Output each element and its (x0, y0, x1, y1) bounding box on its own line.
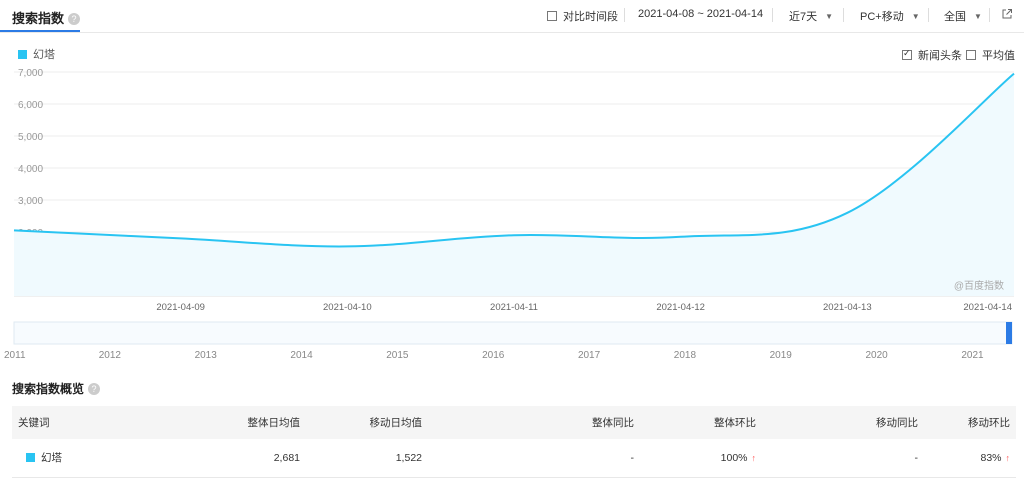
timeline-navigator[interactable]: 2011 2012 2013 2014 2015 2016 2017 2018 2019 2020… (0, 318, 1024, 364)
cell-mobile-avg: 1,522 (395, 451, 422, 464)
timeline-year-label: 2013 (195, 350, 218, 361)
overview-title: 搜索指数概览? (12, 380, 101, 397)
overview-title-text: 搜索指数概览 (12, 382, 85, 396)
legend-swatch (26, 453, 35, 463)
overview-table: 关键词 整体日均值 移动日均值 整体同比 整体环比 移动同比 移动环比 幻塔 2… (12, 406, 1016, 478)
cell-mobile-yoy: - (914, 451, 919, 464)
col-overall-yoy: 整体同比 (592, 417, 634, 429)
timeline-year-label: 2020 (865, 350, 888, 361)
mobile-mom-value: 83% (980, 451, 1002, 464)
cell-overall-yoy: - (630, 451, 635, 464)
col-overall-mom: 整体环比 (714, 417, 756, 429)
timeline-handle[interactable] (1006, 322, 1012, 344)
cell-mobile-mom: 83% ↑ (924, 439, 1016, 477)
cell-overall-mom: 100% ↑ (640, 439, 762, 477)
x-tick-label: 2021-04-14 (963, 302, 1012, 313)
y-tick-label: 3,000 (18, 196, 43, 207)
timeline-year-label: 2018 (674, 350, 697, 361)
series-area (14, 73, 1014, 296)
y-tick-label: 7,000 (18, 68, 43, 79)
timeline-track (13, 321, 1013, 345)
search-index-chart: 1,0002,0003,0004,0005,0006,0007,0002021-… (13, 68, 1015, 313)
watermark: @百度指数 (953, 281, 1004, 292)
table-row: 幻塔 2,681 1,522 - 100% ↑ - 83% ↑ (12, 439, 1016, 477)
col-mobile-yoy: 移动同比 (876, 417, 918, 429)
cell-overall-avg: 2,681 (273, 451, 300, 464)
x-tick-label: 2021-04-09 (156, 302, 205, 313)
arrow-up-icon: ↑ (751, 452, 757, 463)
table-header-row: 关键词 整体日均值 移动日均值 整体同比 整体环比 移动同比 移动环比 (12, 406, 1016, 439)
timeline-year-label: 2017 (578, 350, 601, 361)
col-overall-avg: 整体日均值 (247, 417, 301, 429)
x-tick-label: 2021-04-10 (323, 302, 372, 313)
col-keyword: 关键词 (18, 417, 50, 429)
x-tick-label: 2021-04-11 (490, 302, 538, 313)
timeline-year-label: 2011 (4, 350, 26, 361)
y-tick-label: 4,000 (18, 164, 43, 175)
arrow-up-icon: ↑ (1005, 452, 1011, 463)
help-icon[interactable]: ? (88, 383, 101, 395)
timeline-year-label: 2021 (961, 350, 984, 361)
timeline-year-label: 2019 (770, 350, 793, 361)
x-tick-label: 2021-04-13 (823, 302, 872, 313)
col-mobile-avg: 移动日均值 (369, 417, 423, 429)
keyword-text: 幻塔 (41, 452, 62, 465)
timeline-year-label: 2012 (99, 350, 122, 361)
timeline-year-label: 2014 (290, 350, 313, 361)
y-tick-label: 6,000 (18, 100, 43, 111)
timeline-year-label: 2016 (482, 350, 505, 361)
x-tick-label: 2021-04-12 (656, 302, 705, 313)
cell-keyword: 幻塔 (12, 439, 164, 477)
y-tick-label: 5,000 (18, 132, 43, 143)
overall-mom-value: 100% (720, 451, 748, 464)
timeline-year-label: 2015 (386, 350, 409, 361)
col-mobile-mom: 移动环比 (968, 417, 1010, 429)
